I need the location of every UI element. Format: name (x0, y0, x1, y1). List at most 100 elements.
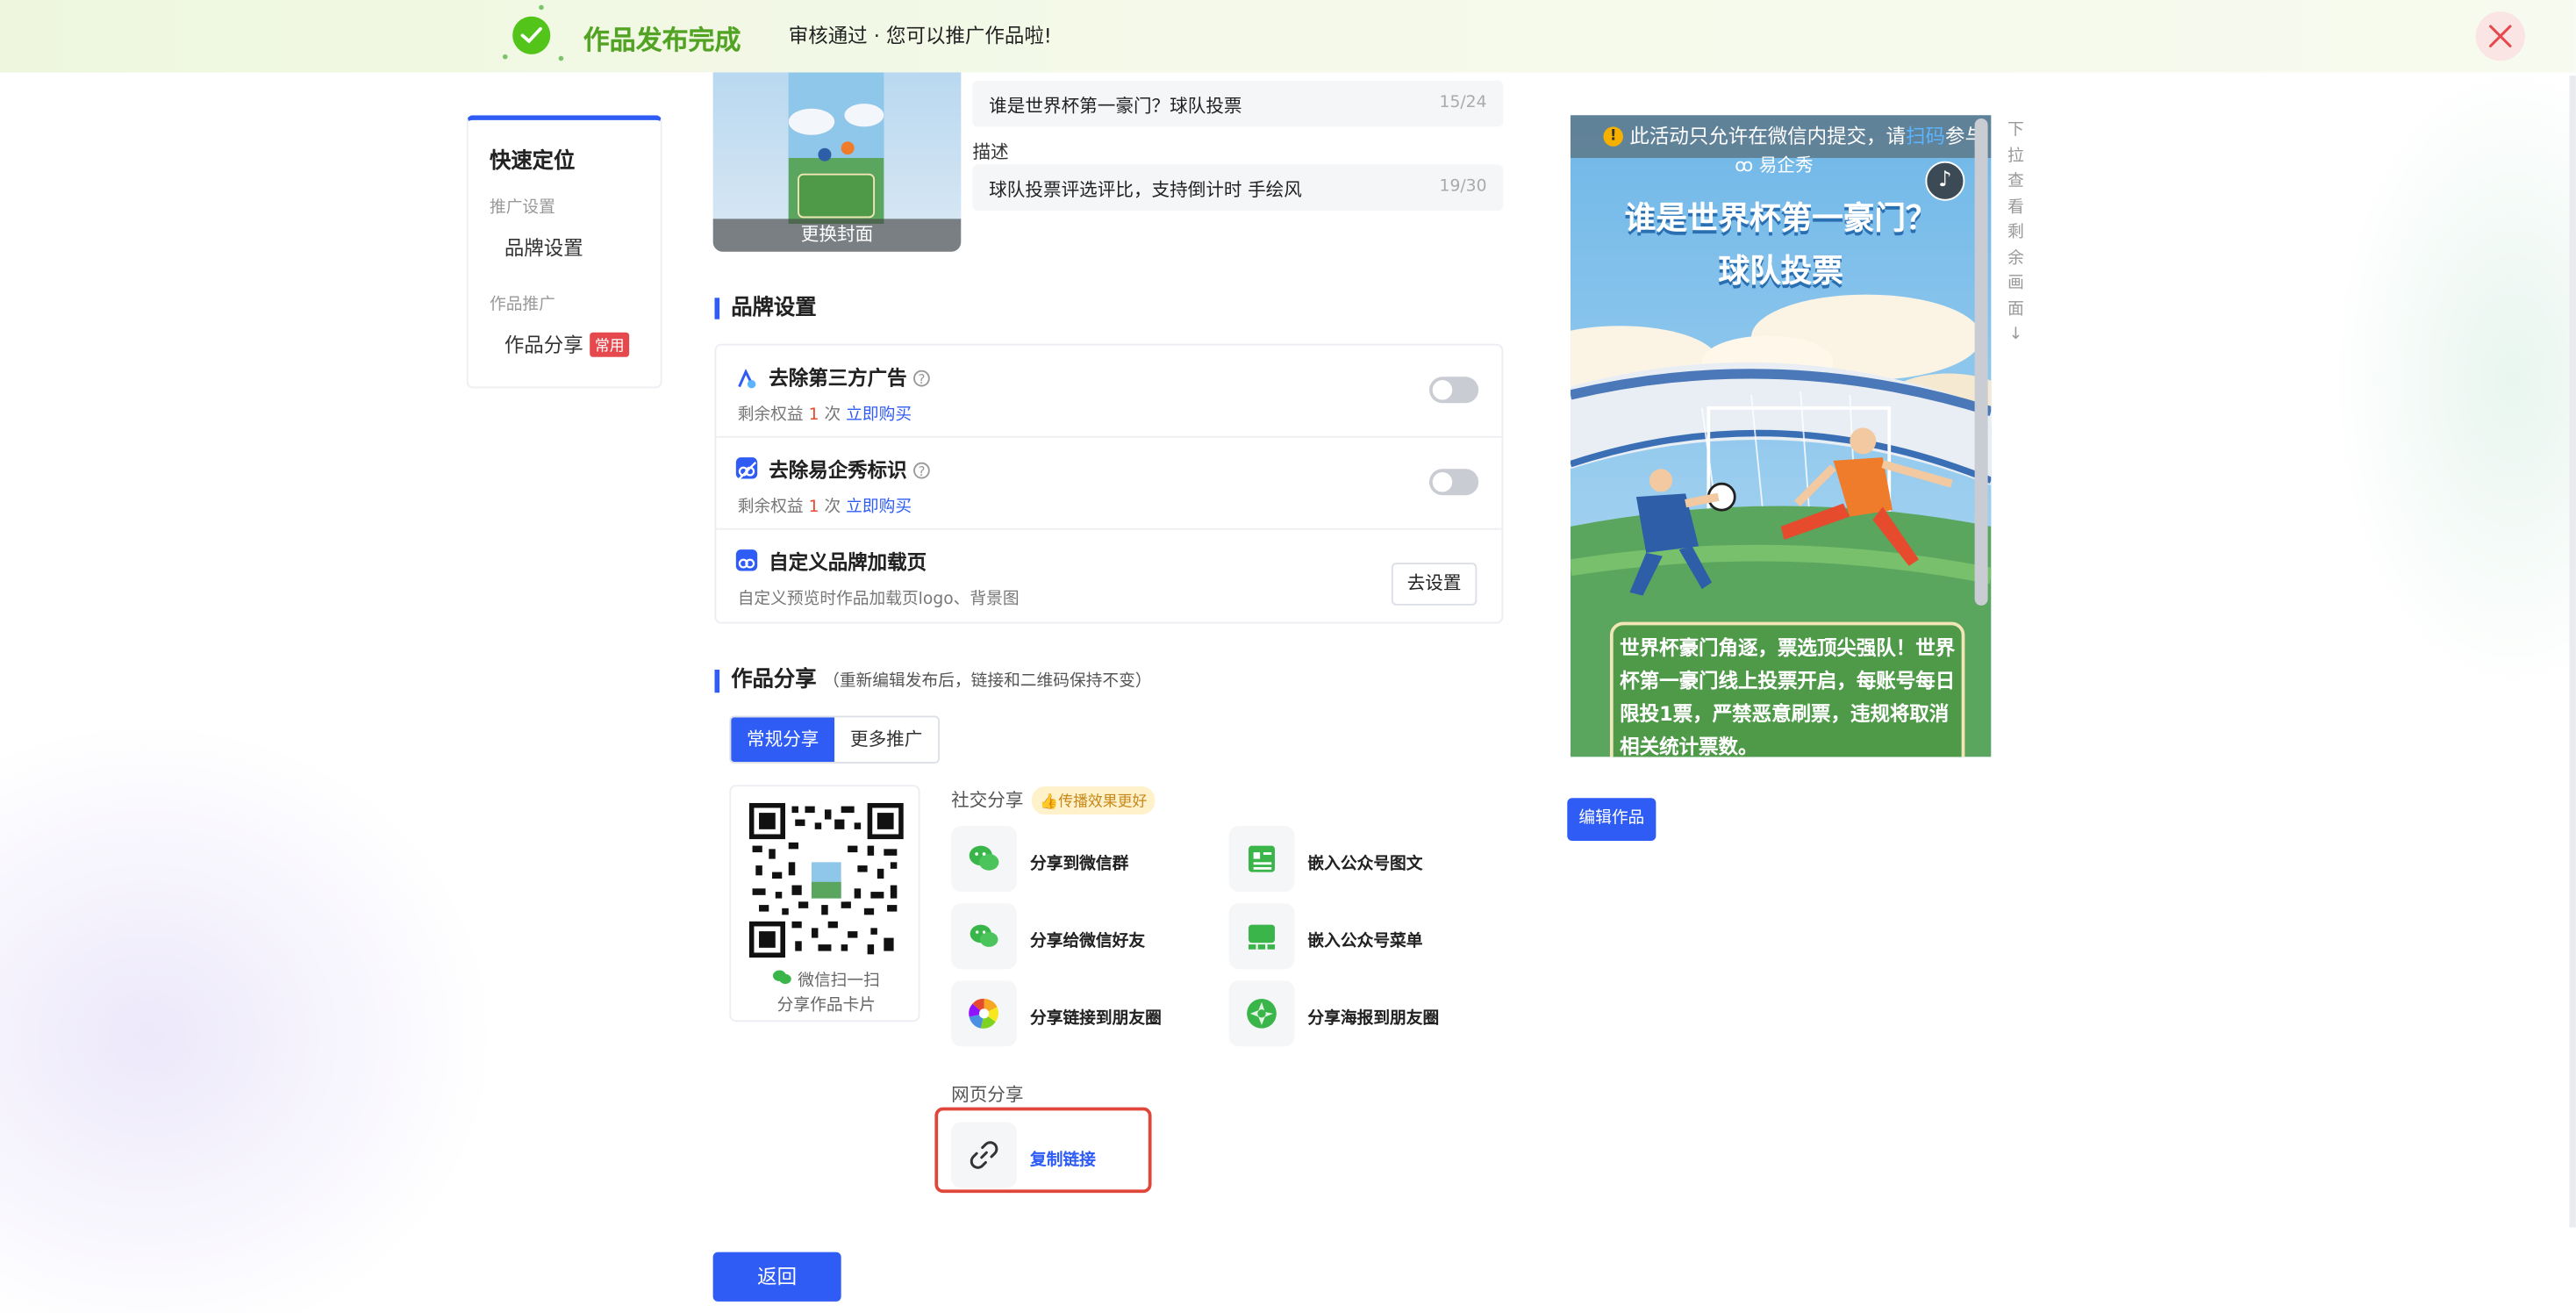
background-blob (0, 723, 493, 1313)
share-section-note: （重新编辑发布后，链接和二维码保持不变） (823, 672, 1152, 692)
qr-caption-scan: 微信扫一扫 (731, 965, 921, 991)
brand-row-loading-page: 自定义品牌加载页 自定义预览时作品加载页logo、背景图 去设置 (716, 530, 1501, 622)
embed-menu[interactable]: 嵌入公众号菜单 (1228, 903, 1492, 970)
share-item-label: 分享到微信群 (1029, 855, 1129, 874)
quota-unit: 次 (824, 406, 841, 425)
wechat-icon (970, 924, 998, 947)
tab-more-promotion[interactable]: 更多推广 (834, 717, 939, 762)
link-icon (970, 1141, 998, 1169)
preview-description: 世界杯豪门角逐，票选顶尖强队！世界杯第一豪门线上投票开启，每账号每日限投1票，严… (1609, 621, 1965, 757)
brand-row-title-text: 去除易企秀标识 (769, 459, 907, 483)
social-share-title-text: 社交分享 (951, 789, 1024, 812)
wechat-icon (773, 970, 792, 985)
preview-title-line1: 谁是世界杯第一豪门？ (1624, 200, 1937, 237)
share-wechat-group[interactable]: 分享到微信群 (951, 826, 1214, 893)
brand-row-remove-ads: 去除第三方广告? 剩余权益 1 次 立即购买 (716, 346, 1502, 438)
preview-title-line2: 球队投票 (1718, 253, 1843, 290)
qr-code-card: 微信扫一扫 分享作品卡片 (729, 785, 921, 1022)
warning-icon: ! (1603, 126, 1623, 147)
share-item-label: 分享链接到朋友圈 (1029, 1010, 1162, 1029)
back-button[interactable]: 返回 (712, 1252, 841, 1302)
brand-row-quota: 剩余权益 1 次 立即购买 (738, 400, 912, 425)
nav-group-label: 作品推广 (489, 296, 555, 315)
qr-caption-scan-text: 微信扫一扫 (798, 972, 880, 991)
sparkle-icon (502, 54, 508, 60)
check-circle-icon (512, 16, 551, 54)
copy-link-label: 复制链接 (1029, 1152, 1096, 1170)
moments-icon (969, 998, 998, 1029)
web-share-title: 网页分享 (951, 1084, 1024, 1106)
common-badge: 常用 (590, 332, 630, 357)
brand-row-quota: 剩余权益 1 次 立即购买 (738, 492, 912, 517)
share-section-title: 作品分享 （重新编辑发布后，链接和二维码保持不变） (714, 668, 1152, 693)
go-settings-button[interactable]: 去设置 (1391, 563, 1478, 606)
brand-row-title: 去除易企秀标识? (769, 456, 930, 484)
buy-now-link[interactable]: 立即购买 (846, 406, 912, 425)
brand-settings-panel: 去除第三方广告? 剩余权益 1 次 立即购买 去除易企秀标识? 剩余权益 1 次… (714, 343, 1504, 624)
share-tabs: 常规分享 更多推广 (729, 715, 941, 764)
scan-link[interactable]: 扫码 (1906, 125, 1945, 147)
copy-link-button[interactable]: 复制链接 (951, 1122, 1214, 1188)
share-item-label: 嵌入公众号菜单 (1307, 932, 1423, 951)
cover-thumbnail (788, 72, 884, 224)
moments-poster-icon (1247, 998, 1277, 1029)
nav-item-work-share[interactable]: 作品分享 常用 (504, 331, 630, 359)
edit-work-button[interactable]: 编辑作品 (1567, 798, 1657, 841)
page-scrollbar[interactable] (2569, 75, 2576, 1228)
brand-row-description: 自定义预览时作品加载页logo、背景图 (737, 591, 1020, 609)
share-link-moments[interactable]: 分享链接到朋友圈 (951, 980, 1214, 1047)
social-share-title: 社交分享 👍传播效果更好 (951, 786, 1156, 814)
qr-caption-share: 分享作品卡片 (776, 997, 876, 1015)
sparkle-icon (539, 4, 544, 11)
brand-row-title: 自定义品牌加载页 (769, 551, 927, 575)
tab-regular-share[interactable]: 常规分享 (731, 717, 835, 762)
banner-title: 作品发布完成 (583, 25, 741, 56)
qr-code (748, 802, 904, 958)
close-button[interactable] (2475, 11, 2525, 61)
brand-row-title-text: 去除第三方广告 (769, 367, 907, 391)
remove-ads-toggle[interactable] (1428, 377, 1479, 404)
work-preview: ! 此活动只允许在微信内提交，请扫码参与 ꝏ 易企秀 ♪ 谁是世界杯第一豪门？ … (1571, 115, 1992, 757)
article-icon (1249, 845, 1275, 872)
menu-icon (1249, 924, 1275, 950)
logo-mark-icon: ꝏ (1735, 154, 1759, 176)
quota-count: 1 (808, 499, 819, 517)
description-char-count: 19/30 (1439, 177, 1487, 197)
quick-nav-title: 快速定位 (489, 149, 576, 175)
brand-section-title-text: 品牌设置 (731, 296, 817, 321)
title-input[interactable]: 谁是世界杯第一豪门？球队投票 15/24 (972, 80, 1504, 127)
quota-prefix: 剩余权益 (737, 499, 804, 517)
quota-count: 1 (808, 406, 819, 425)
effect-badge: 👍传播效果更好 (1031, 786, 1156, 814)
share-poster-moments[interactable]: 分享海报到朋友圈 (1228, 980, 1492, 1047)
quota-prefix: 剩余权益 (737, 406, 804, 425)
nav-item-label: 品牌设置 (504, 236, 583, 261)
help-icon[interactable]: ? (913, 370, 930, 387)
change-cover-button[interactable]: 更换封面 (712, 219, 962, 252)
brand-section-title: 品牌设置 (714, 296, 817, 321)
preview-scrollbar[interactable] (1974, 118, 1988, 606)
cover-image[interactable]: 更换封面 (712, 72, 962, 252)
remove-logo-toggle[interactable] (1428, 469, 1479, 496)
logo-block-icon (735, 457, 758, 482)
embed-article[interactable]: 嵌入公众号图文 (1228, 826, 1492, 893)
scroll-hint: 下拉查看剩余画面↓ (2007, 121, 2024, 344)
buy-now-link[interactable]: 立即购买 (846, 499, 912, 517)
description-input[interactable]: 球队投票评选评比，支持倒计时 手绘风 19/30 (972, 164, 1504, 211)
page: 作品发布完成 审核通过 · 您可以推广作品啦! 快速定位 推广设置 品牌设置 作… (0, 0, 2576, 1313)
brand-row-title: 去除第三方广告? (769, 363, 930, 391)
description-input-value: 球队投票评选评比，支持倒计时 手绘风 (989, 179, 1302, 201)
share-item-label: 分享海报到朋友圈 (1307, 1010, 1440, 1029)
nav-group-label: 推广设置 (489, 198, 555, 218)
brand-logo: ꝏ 易企秀 (1735, 151, 1813, 177)
background-blob (2332, 65, 2576, 692)
loading-page-icon (735, 549, 758, 571)
nav-item-brand-settings[interactable]: 品牌设置 (504, 233, 583, 262)
brand-row-remove-logo: 去除易企秀标识? 剩余权益 1 次 立即购买 (716, 438, 1502, 530)
share-section-title-text: 作品分享 (731, 668, 817, 693)
share-wechat-friend[interactable]: 分享给微信好友 (951, 903, 1214, 970)
quota-unit: 次 (824, 499, 841, 517)
help-icon[interactable]: ? (913, 462, 930, 479)
quick-nav: 快速定位 推广设置 品牌设置 作品推广 作品分享 常用 (466, 115, 662, 389)
share-item-label: 分享给微信好友 (1029, 932, 1146, 951)
